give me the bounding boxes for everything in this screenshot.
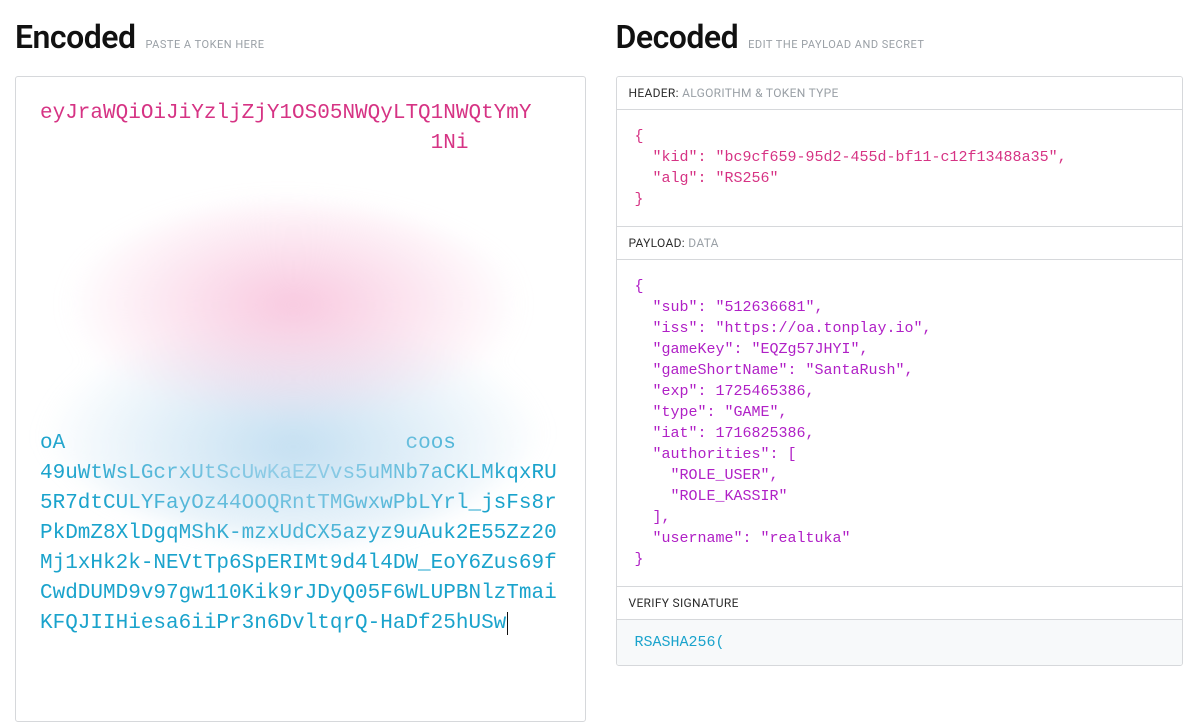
encoded-subtitle: PASTE A TOKEN HERE: [145, 38, 264, 51]
verify-section-title: VERIFY SIGNATURE: [617, 587, 1183, 620]
payload-section-title: PAYLOAD: DATA: [617, 227, 1183, 260]
token-sig-pre: oA: [40, 432, 65, 455]
header-section-label: HEADER:: [629, 86, 679, 100]
verify-section-label: VERIFY SIGNATURE: [629, 596, 739, 610]
decoded-title: Decoded: [616, 18, 739, 56]
token-sig-mid: coos: [405, 432, 455, 455]
header-json-editor[interactable]: { "kid": "bc9cf659-95d2-455d-bf11-c12f13…: [617, 110, 1183, 226]
token-header-tail: 1Ni: [431, 132, 469, 155]
encoded-title: Encoded: [15, 18, 135, 56]
verify-signature-body[interactable]: RSASHA256(: [617, 620, 1183, 665]
decoded-subtitle: EDIT THE PAYLOAD AND SECRET: [748, 38, 924, 51]
text-cursor: [507, 612, 508, 635]
payload-json-editor[interactable]: { "sub": "512636681", "iss": "https://oa…: [617, 260, 1183, 586]
encoded-token-input[interactable]: eyJraWQiOiJiYzljZjY1OS05NWQyLTQ1NWQtYmYx…: [15, 76, 586, 722]
header-section-sublabel: ALGORITHM & TOKEN TYPE: [682, 86, 839, 100]
payload-section-sublabel: DATA: [688, 236, 719, 250]
token-header-part: eyJraWQiOiJiYzljZjY1OS05NWQyLTQ1NWQtYmY: [40, 102, 531, 125]
redaction-smudge: [21, 202, 566, 542]
token-signature-part: 49uWtWsLGcrxUtScUwKaEZVvs5uMNb7aCKLMkqxR…: [40, 462, 557, 635]
header-section-title: HEADER: ALGORITHM & TOKEN TYPE: [617, 77, 1183, 110]
payload-section-label: PAYLOAD:: [629, 236, 685, 250]
